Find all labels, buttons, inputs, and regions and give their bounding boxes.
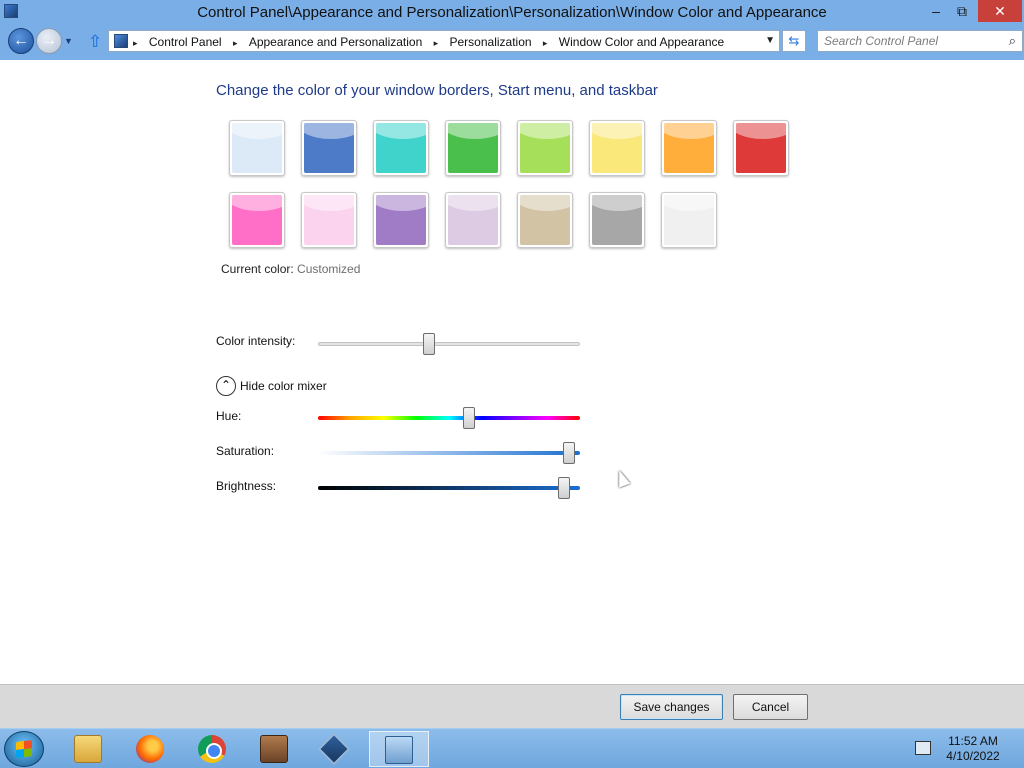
color-swatch-fill [304, 195, 354, 245]
cancel-button[interactable]: Cancel [733, 694, 808, 720]
color-swatch-violet[interactable] [373, 192, 429, 248]
title-bar: Control Panel\Appearance and Personaliza… [0, 0, 1024, 24]
close-button[interactable]: ✕ [978, 0, 1022, 22]
address-dropdown-icon[interactable]: ▼ [765, 35, 775, 46]
current-color-label: Current color: [221, 262, 294, 276]
color-swatch-slate[interactable] [661, 192, 717, 248]
taskbar: 11:52 AM 4/10/2022 [0, 728, 1024, 768]
breadcrumb: ▸ Control Panel ▸ Appearance and Persona… [133, 35, 728, 49]
control-panel-icon [385, 736, 413, 764]
taskbar-chrome[interactable] [188, 731, 236, 767]
taskbar-winrar[interactable] [250, 731, 298, 767]
color-swatch-taupe[interactable] [517, 192, 573, 248]
color-swatch-fill [592, 195, 642, 245]
system-clock[interactable]: 11:52 AM 4/10/2022 [944, 734, 1002, 764]
color-swatch-twilight[interactable] [301, 120, 357, 176]
hue-slider-thumb[interactable] [463, 407, 475, 429]
current-color: Current color: Customized [221, 262, 360, 276]
search-input[interactable] [824, 33, 1000, 49]
clock-time: 11:52 AM [948, 734, 998, 748]
color-swatch-fill [376, 195, 426, 245]
breadcrumb-personalization[interactable]: Personalization [450, 35, 532, 49]
folder-icon [74, 735, 102, 763]
main-content: Change the color of your window borders,… [0, 60, 1024, 684]
taskbar-control-panel[interactable] [369, 731, 429, 767]
breadcrumb-separator-icon[interactable]: ▸ [233, 38, 238, 49]
breadcrumb-separator-icon[interactable]: ▸ [543, 38, 548, 49]
windows-logo-icon [16, 740, 32, 758]
clock-date: 4/10/2022 [946, 749, 1000, 763]
search-icon[interactable]: ⌕ [1009, 33, 1016, 49]
search-box[interactable]: ⌕ [817, 30, 1023, 52]
color-swatch-fill [592, 123, 642, 173]
control-panel-icon [114, 34, 128, 48]
taskbar-firefox[interactable] [126, 731, 174, 767]
minimize-button[interactable]: ‒ [924, 0, 948, 22]
color-swatch-fill [736, 123, 786, 173]
color-swatch-fill [664, 195, 714, 245]
color-swatch-fill [448, 123, 498, 173]
color-swatch-sea[interactable] [373, 120, 429, 176]
color-intensity-label: Color intensity: [216, 334, 296, 348]
color-swatch-lemon[interactable] [589, 120, 645, 176]
taskbar-file-explorer[interactable] [64, 731, 112, 767]
color-swatch-fill [232, 123, 282, 173]
saturation-label: Saturation: [216, 444, 275, 458]
color-swatch-lavender[interactable] [445, 192, 501, 248]
taskbar-virtualbox[interactable] [310, 731, 358, 767]
color-swatch-lime[interactable] [517, 120, 573, 176]
color-swatch-pumpkin[interactable] [661, 120, 717, 176]
color-swatch-fill [376, 123, 426, 173]
back-button[interactable]: ← [8, 28, 34, 54]
window-title: Control Panel\Appearance and Personaliza… [197, 4, 827, 21]
color-swatch-fill [448, 195, 498, 245]
firefox-icon [136, 735, 164, 763]
start-button[interactable] [4, 731, 44, 767]
up-arrow-icon[interactable]: ⇧ [88, 32, 104, 51]
color-intensity-slider[interactable] [318, 342, 580, 346]
network-icon[interactable] [915, 741, 931, 755]
brightness-slider-thumb[interactable] [558, 477, 570, 499]
color-swatch-fill [520, 123, 570, 173]
color-swatch-leaf[interactable] [445, 120, 501, 176]
breadcrumb-separator-icon[interactable]: ▸ [434, 38, 439, 49]
command-bar: Save changes Cancel [0, 684, 1024, 728]
current-color-value: Customized [297, 262, 361, 276]
forward-button[interactable]: → [36, 28, 62, 54]
refresh-button[interactable]: ⇆ [782, 30, 806, 52]
color-swatch-fill [232, 195, 282, 245]
color-swatch-fuchsia[interactable] [229, 192, 285, 248]
virtualbox-icon [318, 733, 350, 765]
breadcrumb-control-panel[interactable]: Control Panel [149, 35, 222, 49]
chrome-icon [198, 735, 226, 763]
saturation-slider[interactable] [318, 451, 580, 455]
hide-color-mixer-label[interactable]: Hide color mixer [240, 379, 327, 393]
hue-slider[interactable] [318, 416, 580, 420]
winrar-icon [260, 735, 288, 763]
brightness-slider[interactable] [318, 486, 580, 490]
color-swatch-ruby[interactable] [733, 120, 789, 176]
brightness-label: Brightness: [216, 479, 277, 493]
color-swatch-fill [304, 123, 354, 173]
restore-button[interactable]: ⧉ [950, 0, 974, 22]
navigation-bar: ← → ▼ ⇧ ▸ Control Panel ▸ Appearance and… [0, 24, 1024, 60]
color-swatch-chocolate[interactable] [589, 192, 645, 248]
recent-pages-dropdown-icon[interactable]: ▼ [64, 36, 74, 46]
color-swatch-sky[interactable] [229, 120, 285, 176]
hide-color-mixer-toggle[interactable]: ⌃ [216, 376, 236, 396]
color-intensity-slider-thumb[interactable] [423, 333, 435, 355]
breadcrumb-appearance-and-personalization[interactable]: Appearance and Personalization [249, 35, 422, 49]
hue-label: Hue: [216, 409, 242, 423]
mouse-cursor-icon [613, 468, 631, 488]
color-swatch-fill [520, 195, 570, 245]
saturation-slider-thumb[interactable] [563, 442, 575, 464]
save-changes-button[interactable]: Save changes [620, 694, 723, 720]
page-heading: Change the color of your window borders,… [216, 82, 658, 99]
breadcrumb-separator-icon[interactable]: ▸ [133, 38, 138, 49]
breadcrumb-window-color-and-appearance[interactable]: Window Color and Appearance [559, 35, 724, 49]
address-bar[interactable]: ▸ Control Panel ▸ Appearance and Persona… [108, 30, 780, 52]
color-swatch-fill [664, 123, 714, 173]
color-swatch-blush[interactable] [301, 192, 357, 248]
